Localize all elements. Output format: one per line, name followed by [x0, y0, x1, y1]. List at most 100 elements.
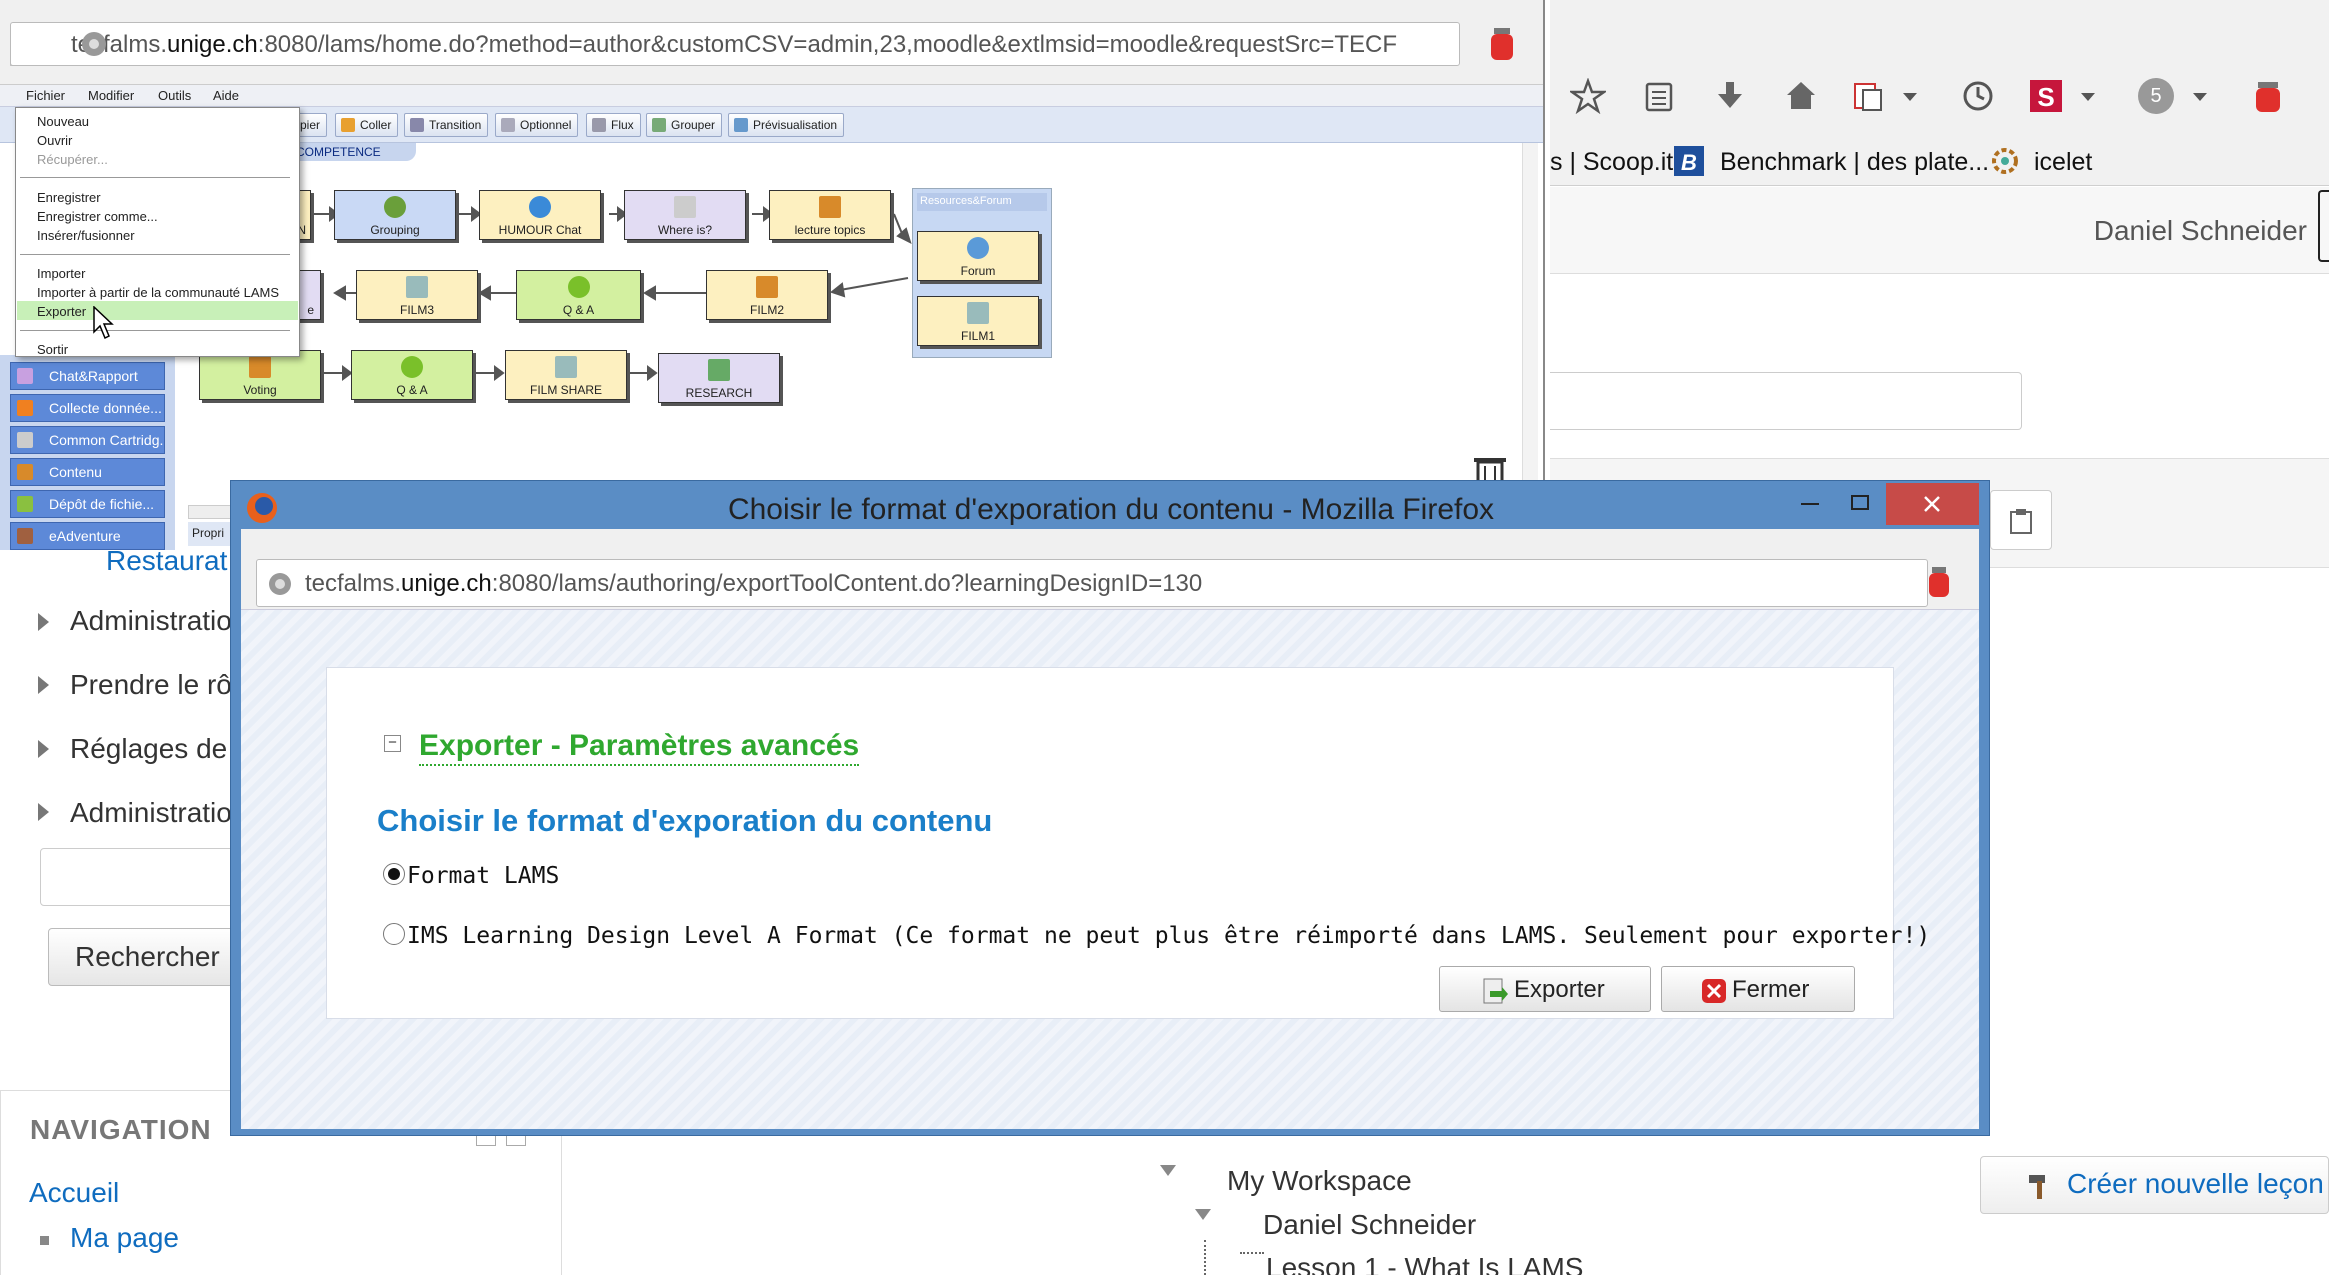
admin-item[interactable]: Administratio	[70, 605, 232, 637]
menu-file[interactable]: Fichier	[26, 88, 65, 103]
create-lesson-label: Créer nouvelle leçon	[2067, 1168, 2324, 1199]
palette-file-drop[interactable]: Dépôt de fichie...	[10, 490, 165, 518]
bookmark-scoopit[interactable]: s | Scoop.it	[1550, 148, 1673, 177]
close-button[interactable]	[1886, 483, 1979, 525]
menu-edit[interactable]: Modifier	[88, 88, 134, 103]
url-domain: unige.ch	[167, 31, 258, 58]
addon-jar-icon[interactable]	[1488, 26, 1516, 62]
menu-item-export[interactable]: Exporter	[37, 304, 86, 319]
user-avatar[interactable]	[2318, 190, 2329, 262]
nav-my-page-link[interactable]: Ma page	[70, 1222, 179, 1254]
optional-button[interactable]: Optionnel	[495, 113, 579, 137]
activity-qa-1[interactable]: Q & A	[516, 270, 641, 320]
reading-list-icon[interactable]	[1641, 78, 1677, 114]
menu-separator	[20, 177, 290, 178]
radio-format-ims-label[interactable]: IMS Learning Design Level A Format (Ce f…	[407, 923, 1930, 949]
group-button[interactable]: Grouper	[646, 113, 723, 137]
activity-forum[interactable]: Forum	[917, 231, 1039, 281]
expand-arrow-icon[interactable]	[38, 740, 49, 758]
activity-humour-chat[interactable]: HUMOUR Chat	[479, 190, 601, 240]
menu-item-insert-merge[interactable]: Insérer/fusionner	[37, 228, 135, 243]
search-input[interactable]	[40, 848, 240, 906]
chevron-down-icon[interactable]	[2190, 78, 2210, 114]
expand-arrow-icon[interactable]	[38, 613, 49, 631]
preview-button[interactable]: Prévisualisation	[728, 113, 845, 137]
collapse-arrow-icon[interactable]	[1195, 1209, 1211, 1220]
activity-where-is[interactable]: Where is?	[624, 190, 746, 240]
advanced-settings-title[interactable]: Exporter - Paramètres avancés	[419, 729, 860, 766]
expand-arrow-icon[interactable]	[38, 803, 49, 821]
close-icon	[1924, 496, 1940, 512]
collapse-arrow-icon[interactable]	[1160, 1165, 1176, 1176]
minimize-icon[interactable]	[1801, 503, 1819, 505]
admin-item[interactable]: Prendre le rô	[70, 669, 232, 701]
svg-text:B: B	[1681, 150, 1697, 175]
activity-lecture-topics[interactable]: lecture topics	[769, 190, 891, 240]
menu-help[interactable]: Aide	[213, 88, 239, 103]
activity-grouping[interactable]: Grouping	[334, 190, 456, 240]
activity-film2[interactable]: FILM2	[706, 270, 828, 320]
export-label: Exporter	[1514, 976, 1605, 1003]
activity-research[interactable]: RESEARCH	[658, 353, 780, 403]
radio-format-lams[interactable]	[383, 863, 405, 885]
bookmark-benchmark[interactable]: Benchmark | des plate...	[1720, 148, 1989, 177]
activity-film1[interactable]: FILM1	[917, 296, 1039, 346]
transition-button[interactable]: Transition	[404, 113, 489, 137]
scoop-it-icon[interactable]: S	[2028, 78, 2064, 114]
palette-label: Collecte donnée...	[49, 400, 162, 416]
pdf-addon-icon[interactable]	[1850, 78, 1886, 114]
menu-tools[interactable]: Outils	[158, 88, 191, 103]
lams-url-field[interactable]: tecfalms.unige.ch:8080/lams/home.do?meth…	[10, 22, 1460, 66]
maximize-icon[interactable]	[1851, 495, 1869, 510]
notification-badge[interactable]: 5	[2138, 78, 2174, 114]
user-name[interactable]: Daniel Schneider	[2094, 215, 2307, 247]
flow-button[interactable]: Flux	[586, 113, 641, 137]
admin-item[interactable]: Administratio	[70, 797, 232, 829]
palette-eadventure[interactable]: eAdventure	[10, 522, 165, 550]
create-lesson-button[interactable]: Créer nouvelle leçon	[1980, 1156, 2329, 1214]
resources-forum-title: Resources&Forum	[917, 193, 1047, 211]
menu-item-new[interactable]: Nouveau	[37, 114, 89, 129]
search-button[interactable]: Rechercher	[48, 928, 248, 986]
chevron-down-icon[interactable]	[1900, 78, 1920, 114]
tree-workspace[interactable]: My Workspace	[1227, 1165, 1412, 1197]
dialog-url-field[interactable]: tecfalms.unige.ch:8080/lams/authoring/ex…	[256, 559, 1928, 607]
close-dialog-button[interactable]: Fermer	[1661, 966, 1855, 1012]
text-field[interactable]	[1550, 372, 2022, 430]
chevron-down-icon[interactable]	[2078, 78, 2098, 114]
palette-content[interactable]: Contenu	[10, 458, 165, 486]
activity-label: Q & A	[396, 383, 428, 397]
addon-jar-icon[interactable]	[1926, 565, 1952, 599]
tree-lesson[interactable]: Lesson 1 - What Is LAMS	[1266, 1252, 1583, 1275]
activity-film-share[interactable]: FILM SHARE	[505, 350, 627, 400]
nav-home-link[interactable]: Accueil	[29, 1177, 119, 1209]
bookmark-star-icon[interactable]	[1570, 78, 1606, 114]
menu-item-import[interactable]: Importer	[37, 266, 85, 281]
menu-item-open[interactable]: Ouvrir	[37, 133, 72, 148]
paste-button[interactable]	[1990, 490, 2052, 550]
menu-item-save[interactable]: Enregistrer	[37, 190, 101, 205]
activity-label: e	[307, 303, 314, 317]
addon-jar-icon[interactable]	[2250, 78, 2286, 114]
activity-film3[interactable]: FILM3	[356, 270, 478, 320]
menu-item-quit[interactable]: Sortir	[37, 342, 68, 357]
bookmark-icelet[interactable]: icelet	[2034, 148, 2092, 177]
tree-user-folder[interactable]: Daniel Schneider	[1263, 1209, 1476, 1241]
menu-item-import-community[interactable]: Importer à partir de la communauté LAMS	[37, 285, 279, 300]
paste-button[interactable]: Coller	[335, 113, 399, 137]
palette-chat-report[interactable]: Chat&Rapport	[10, 362, 165, 390]
activity-qa-2[interactable]: Q & A	[351, 350, 473, 400]
export-button[interactable]: Exporter	[1439, 966, 1651, 1012]
home-icon[interactable]	[1783, 78, 1819, 114]
expand-arrow-icon[interactable]	[38, 676, 49, 694]
activity-voting[interactable]: Voting	[199, 350, 321, 400]
radio-format-lams-label[interactable]: Format LAMS	[407, 863, 559, 889]
radio-format-ims[interactable]	[383, 923, 405, 945]
palette-common-cartridge[interactable]: Common Cartridg...	[10, 426, 165, 454]
history-clock-icon[interactable]	[1960, 78, 1996, 114]
download-icon[interactable]	[1712, 78, 1748, 114]
admin-item[interactable]: Réglages de	[70, 733, 227, 765]
menu-item-save-as[interactable]: Enregistrer comme...	[37, 209, 158, 224]
collapse-icon[interactable]: −	[384, 735, 401, 752]
palette-data-collection[interactable]: Collecte donnée...	[10, 394, 165, 422]
